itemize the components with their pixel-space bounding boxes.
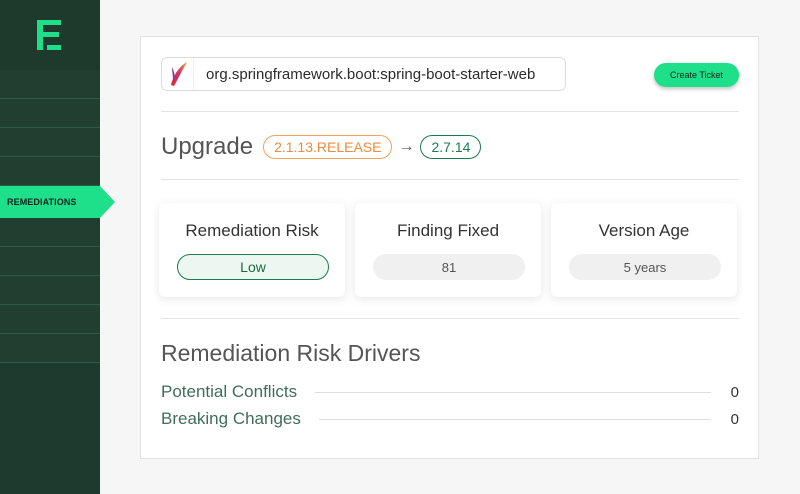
brand-e-logo-icon <box>37 20 61 50</box>
metric-title: Finding Fixed <box>396 221 500 240</box>
arrow-right-icon: → <box>398 138 415 155</box>
divider <box>161 179 739 180</box>
driver-value: 0 <box>730 383 739 401</box>
metric-value: 81 <box>373 254 525 280</box>
sidebar-item[interactable] <box>0 247 100 276</box>
remediation-card: org.springframework.boot:spring-boot-sta… <box>140 36 759 459</box>
sidebar-item[interactable] <box>0 128 100 157</box>
leader-line <box>315 391 711 393</box>
metric-title: Version Age <box>598 221 690 240</box>
upgrade-title: Upgrade <box>161 133 254 160</box>
package-name: org.springframework.boot:spring-boot-sta… <box>206 65 536 83</box>
sidebar-item[interactable] <box>0 218 100 247</box>
driver-row-potential-conflicts: Potential Conflicts 0 <box>161 381 739 403</box>
risk-drivers-heading: Remediation Risk Drivers <box>161 340 421 366</box>
driver-value: 0 <box>730 410 739 428</box>
sidebar-item-remediations[interactable]: REMEDIATIONS <box>0 186 115 218</box>
metric-card-version-age: Version Age 5 years <box>551 203 737 297</box>
divider <box>161 111 739 112</box>
metric-value: 5 years <box>569 254 721 280</box>
metric-title: Remediation Risk <box>185 221 319 240</box>
sidebar-item[interactable] <box>0 99 100 128</box>
upgrade-row: Upgrade 2.1.13.RELEASE → 2.7.14 <box>161 133 482 161</box>
create-ticket-button[interactable]: Create Ticket <box>654 63 739 87</box>
sidebar-item[interactable] <box>0 276 100 305</box>
metric-card-remediation-risk: Remediation Risk Low <box>159 203 345 297</box>
leader-line <box>318 418 711 420</box>
sidebar-item[interactable] <box>0 157 100 186</box>
driver-label: Breaking Changes <box>161 409 301 428</box>
package-field[interactable]: org.springframework.boot:spring-boot-sta… <box>161 57 566 91</box>
sidebar: REMEDIATIONS <box>0 0 115 494</box>
driver-label: Potential Conflicts <box>161 382 298 401</box>
sidebar-item[interactable] <box>0 305 100 334</box>
metric-card-finding-fixed: Finding Fixed 81 <box>355 203 541 297</box>
logo[interactable] <box>0 0 100 70</box>
sidebar-item[interactable] <box>0 70 100 99</box>
risk-level-badge: Low <box>177 254 329 280</box>
sidebar-item[interactable] <box>0 334 100 363</box>
sidebar-nav: REMEDIATIONS <box>0 70 115 363</box>
driver-row-breaking-changes: Breaking Changes 0 <box>161 408 739 430</box>
sidebar-item-label: REMEDIATIONS <box>7 197 77 207</box>
current-version-badge: 2.1.13.RELEASE <box>263 135 393 159</box>
target-version-badge: 2.7.14 <box>420 135 482 159</box>
divider <box>161 318 739 319</box>
apache-feather-icon <box>164 58 194 90</box>
